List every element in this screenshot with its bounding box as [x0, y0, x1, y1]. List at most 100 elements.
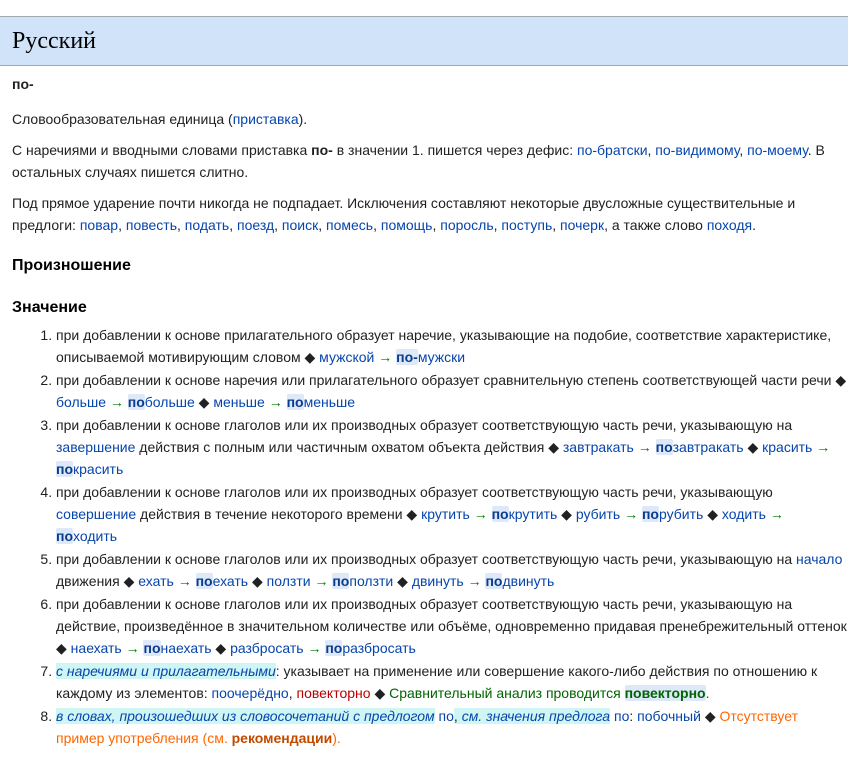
bullet-separator: ◆ [198, 394, 210, 410]
usage-example-text: Сравнительный анализ проводится [389, 685, 625, 701]
example-rest: мужски [417, 349, 466, 365]
example-derived-link[interactable]: по-мужски [396, 349, 465, 365]
link-poisk[interactable]: поиск [282, 217, 318, 233]
link-pokhodya[interactable]: походя [707, 217, 752, 233]
link-recommendations[interactable]: рекомендации [232, 730, 333, 746]
example-base-link[interactable]: ехать [138, 573, 174, 589]
arrow-icon: → [177, 573, 192, 589]
example-base-link[interactable]: рубить [576, 506, 620, 522]
arrow-icon: → [816, 439, 831, 455]
link-pobochnyi[interactable]: побочный [637, 708, 701, 724]
intro-text: , а также слово [604, 217, 707, 233]
example-rest: ехать [212, 573, 249, 589]
example-derived-link[interactable]: поразбросать [325, 640, 416, 656]
meaning-item-6: при добавлении к основе глаголов или их … [56, 593, 848, 659]
example-derived-link[interactable]: подвинуть [485, 573, 554, 589]
example-base-link[interactable]: больше [56, 394, 106, 410]
link-po-preposition[interactable]: по [439, 708, 454, 724]
link-povest[interactable]: повесть [126, 217, 177, 233]
example-rest: разбросать [342, 640, 416, 656]
intro-paragraph-2: С наречиями и вводными словами приставка… [12, 142, 825, 180]
meaning-item-3: при добавлении к основе глаголов или их … [56, 414, 848, 480]
example-base-link[interactable]: мужской [319, 349, 374, 365]
example-derived-link[interactable]: походить [56, 528, 117, 544]
comma: , [453, 708, 462, 724]
example-derived-link[interactable]: поползти [332, 573, 393, 589]
arrow-icon: → [307, 640, 322, 656]
link-porosl[interactable]: поросль [440, 217, 493, 233]
bullet-separator: ◆ [56, 640, 67, 656]
bullet-separator: ◆ [252, 573, 263, 589]
example-base-link[interactable]: наехать [71, 640, 122, 656]
link-nachalo[interactable]: начало [796, 551, 842, 567]
link-pocherk[interactable]: почерк [560, 217, 604, 233]
arrow-icon: → [467, 573, 482, 589]
bullet-separator: ◆ [397, 573, 408, 589]
usage-example-highlight: повекторно [624, 685, 706, 701]
example-derived-link[interactable]: поехать [195, 573, 249, 589]
heading-meaning: Значение [12, 299, 87, 316]
link-po-vidimomu[interactable]: по-видимому [655, 142, 739, 158]
redlink-povektorno[interactable]: повекторно [297, 685, 371, 701]
example-derived-link[interactable]: побольше [127, 394, 195, 410]
meaning-item-1: при добавлении к основе прилагательного … [56, 324, 848, 368]
article-content: по- Словообразовательная единица (приста… [12, 74, 848, 750]
example-base-link[interactable]: красить [762, 439, 812, 455]
example-derived-link[interactable]: поменьше [286, 394, 355, 410]
example-derived-link[interactable]: позавтракать [655, 439, 744, 455]
arrow-icon: → [473, 506, 488, 522]
language-header: Русский [0, 16, 848, 66]
definition: при добавлении к основе глаголов или их … [56, 596, 847, 634]
example-rest: крутить [508, 506, 558, 522]
intro-text-end: . [752, 217, 756, 233]
headword: по- [12, 76, 34, 92]
prefix-highlight: по [491, 506, 509, 522]
example-derived-link[interactable]: покрасить [56, 461, 123, 477]
arrow-icon: → [109, 394, 124, 410]
definition: действия с полным или частичным охватом … [135, 439, 545, 455]
prefix-highlight: по [332, 573, 350, 589]
example-rest: завтракать [672, 439, 744, 455]
bullet-separator: ◆ [747, 439, 759, 455]
link-poocheredno[interactable]: поочерёдно [212, 685, 289, 701]
link-pomoshch[interactable]: помощь [381, 217, 433, 233]
example-base-link[interactable]: меньше [213, 394, 264, 410]
prefix-highlight: по [641, 506, 659, 522]
prefix-highlight: по [195, 573, 213, 589]
link-zavershenie[interactable]: завершение [56, 439, 135, 455]
example-rest: наехать [160, 640, 212, 656]
arrow-icon: → [624, 506, 639, 522]
prefix-highlight: по [127, 394, 145, 410]
example-base-link[interactable]: ползти [267, 573, 311, 589]
link-pristavka[interactable]: приставка [233, 111, 299, 127]
link-poezd[interactable]: поезд [237, 217, 274, 233]
prefix-highlight: по [56, 461, 74, 477]
link-pomes[interactable]: помесь [326, 217, 373, 233]
link-povar[interactable]: повар [80, 217, 118, 233]
prefix-highlight: по [56, 528, 74, 544]
arrow-icon: → [378, 349, 393, 365]
link-po-preposition-2[interactable]: по [614, 708, 629, 724]
prefix-highlight: по [286, 394, 304, 410]
example-base-link[interactable]: ходить [722, 506, 766, 522]
arrow-icon: → [314, 573, 329, 589]
arrow-icon: → [637, 439, 652, 455]
heading-pronunciation: Произношение [12, 257, 131, 274]
bullet-separator: ◆ [548, 439, 559, 455]
example-base-link[interactable]: завтракать [563, 439, 634, 455]
example-rest: рубить [658, 506, 704, 522]
link-sovershenie[interactable]: совершение [56, 506, 136, 522]
example-derived-link[interactable]: порубить [641, 506, 704, 522]
example-base-link[interactable]: двинуть [412, 573, 464, 589]
link-podat[interactable]: подать [185, 217, 229, 233]
link-postup[interactable]: поступь [501, 217, 552, 233]
prefix-highlight: по- [396, 349, 418, 365]
example-derived-link[interactable]: понаехать [143, 640, 212, 656]
intro-text: в значении 1. пишется через дефис: [332, 142, 577, 158]
link-po-bratski[interactable]: по-братски [577, 142, 648, 158]
example-base-link[interactable]: крутить [421, 506, 470, 522]
example-base-link[interactable]: разбросать [230, 640, 303, 656]
intro-text: С наречиями и вводными словами приставка [12, 142, 312, 158]
link-po-moemu[interactable]: по-моему [747, 142, 808, 158]
example-derived-link[interactable]: покрутить [491, 506, 558, 522]
